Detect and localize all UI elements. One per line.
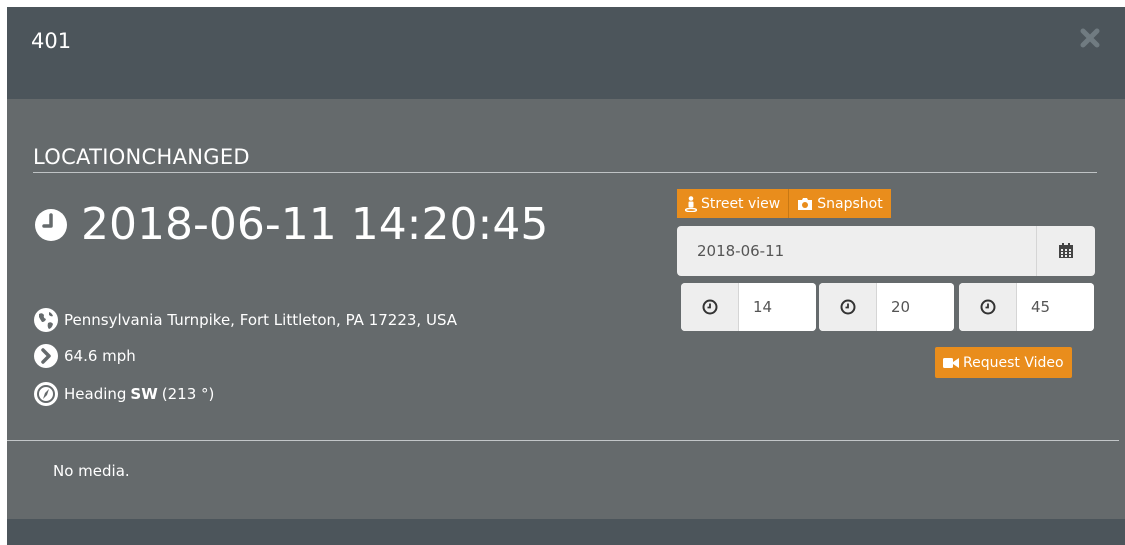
snapshot-button[interactable]: Snapshot bbox=[789, 189, 891, 218]
close-button[interactable] bbox=[1079, 27, 1101, 49]
chevron-circle-right-icon bbox=[34, 344, 58, 368]
clock-icon bbox=[840, 299, 855, 315]
hour-clock-addon bbox=[681, 283, 739, 331]
close-icon bbox=[1080, 28, 1100, 48]
heading-degrees: (213 °) bbox=[161, 385, 215, 403]
event-timestamp: 2018-06-11 14:20:45 bbox=[33, 203, 548, 247]
address-text: Pennsylvania Turnpike, Fort Littleton, P… bbox=[64, 311, 458, 329]
date-field bbox=[677, 226, 1095, 276]
street-view-icon bbox=[685, 195, 697, 212]
compass-icon bbox=[34, 382, 58, 406]
request-video-button[interactable]: Request Video bbox=[935, 347, 1072, 378]
camera-icon bbox=[798, 197, 813, 210]
address-line: Pennsylvania Turnpike, Fort Littleton, P… bbox=[33, 307, 457, 333]
street-view-button[interactable]: Street view bbox=[677, 189, 789, 218]
minute-clock-addon bbox=[819, 283, 877, 331]
heading-line: Heading SW (213 °) bbox=[33, 381, 214, 407]
clock-icon bbox=[980, 299, 995, 315]
second-clock-addon bbox=[959, 283, 1017, 331]
event-modal: 401 LOCATIONCHANGED 2018-06-11 14:20:45 … bbox=[7, 7, 1125, 545]
title-divider bbox=[33, 172, 1097, 173]
media-divider bbox=[7, 440, 1119, 441]
event-type-title: LOCATIONCHANGED bbox=[33, 145, 250, 169]
timestamp-text: 2018-06-11 14:20:45 bbox=[81, 199, 549, 250]
speed-line: 64.6 mph bbox=[33, 343, 136, 369]
minute-input[interactable] bbox=[877, 283, 954, 331]
heading-direction: SW bbox=[130, 385, 158, 403]
clock-icon bbox=[702, 299, 717, 315]
view-button-group: Street view Snapshot bbox=[677, 189, 891, 218]
request-video-label: Request Video bbox=[963, 354, 1064, 371]
modal-footer bbox=[7, 519, 1125, 545]
snapshot-label: Snapshot bbox=[817, 195, 883, 212]
heading-label: Heading bbox=[64, 385, 127, 403]
speed-text: 64.6 mph bbox=[64, 347, 136, 365]
second-field bbox=[959, 283, 1094, 331]
calendar-icon bbox=[1059, 243, 1073, 258]
no-media-text: No media. bbox=[53, 462, 130, 480]
hour-field bbox=[681, 283, 816, 331]
clock-icon bbox=[35, 209, 67, 241]
globe-icon bbox=[34, 308, 58, 332]
minute-field bbox=[819, 283, 954, 331]
hour-input[interactable] bbox=[739, 283, 816, 331]
street-view-label: Street view bbox=[701, 195, 781, 212]
calendar-button[interactable] bbox=[1036, 226, 1095, 276]
video-camera-icon bbox=[943, 357, 959, 368]
modal-header: 401 bbox=[7, 7, 1125, 99]
second-input[interactable] bbox=[1017, 283, 1094, 331]
modal-title: 401 bbox=[31, 29, 72, 53]
date-input[interactable] bbox=[677, 226, 1036, 276]
